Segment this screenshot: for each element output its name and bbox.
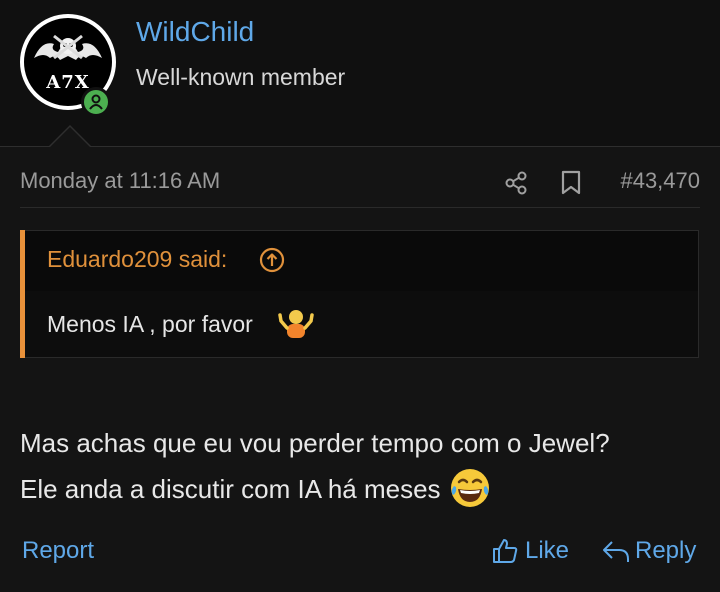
message-line-text: Ele anda a discutir com IA há meses [20, 474, 441, 504]
post-message: Mas achas que eu vou perder tempo com o … [20, 420, 710, 512]
username-link[interactable]: WildChild [136, 16, 254, 48]
divider [20, 207, 700, 208]
laughing-emoji-icon [450, 469, 489, 508]
message-line: Mas achas que eu vou perder tempo com o … [20, 428, 610, 458]
quote-text: Menos IA , por favor [47, 311, 253, 337]
post-date-link[interactable]: Monday at 11:16 AM [20, 168, 220, 194]
quote-author-link[interactable]: Eduardo209 said: [47, 246, 227, 273]
like-label: Like [525, 537, 570, 564]
post-number-link[interactable]: #43,470 [620, 168, 700, 194]
avatar-pointer-fill [49, 127, 91, 148]
reply-label: Reply [635, 537, 697, 564]
message-line: Ele anda a discutir com IA há meses [20, 466, 710, 512]
user-title: Well-known member [136, 64, 346, 90]
report-link[interactable]: Report [22, 537, 94, 565]
bookmark-icon[interactable] [560, 170, 582, 196]
reply-arrow-icon [603, 541, 629, 562]
quote-accent-bar [20, 230, 25, 358]
arrow-up-circle-icon[interactable] [259, 247, 285, 273]
share-icon[interactable] [503, 170, 529, 196]
user-icon [89, 94, 103, 110]
shrug-emoji-icon [278, 310, 314, 338]
online-status-badge [81, 87, 111, 117]
post-body [0, 147, 720, 592]
thumbs-up-icon [493, 539, 518, 563]
